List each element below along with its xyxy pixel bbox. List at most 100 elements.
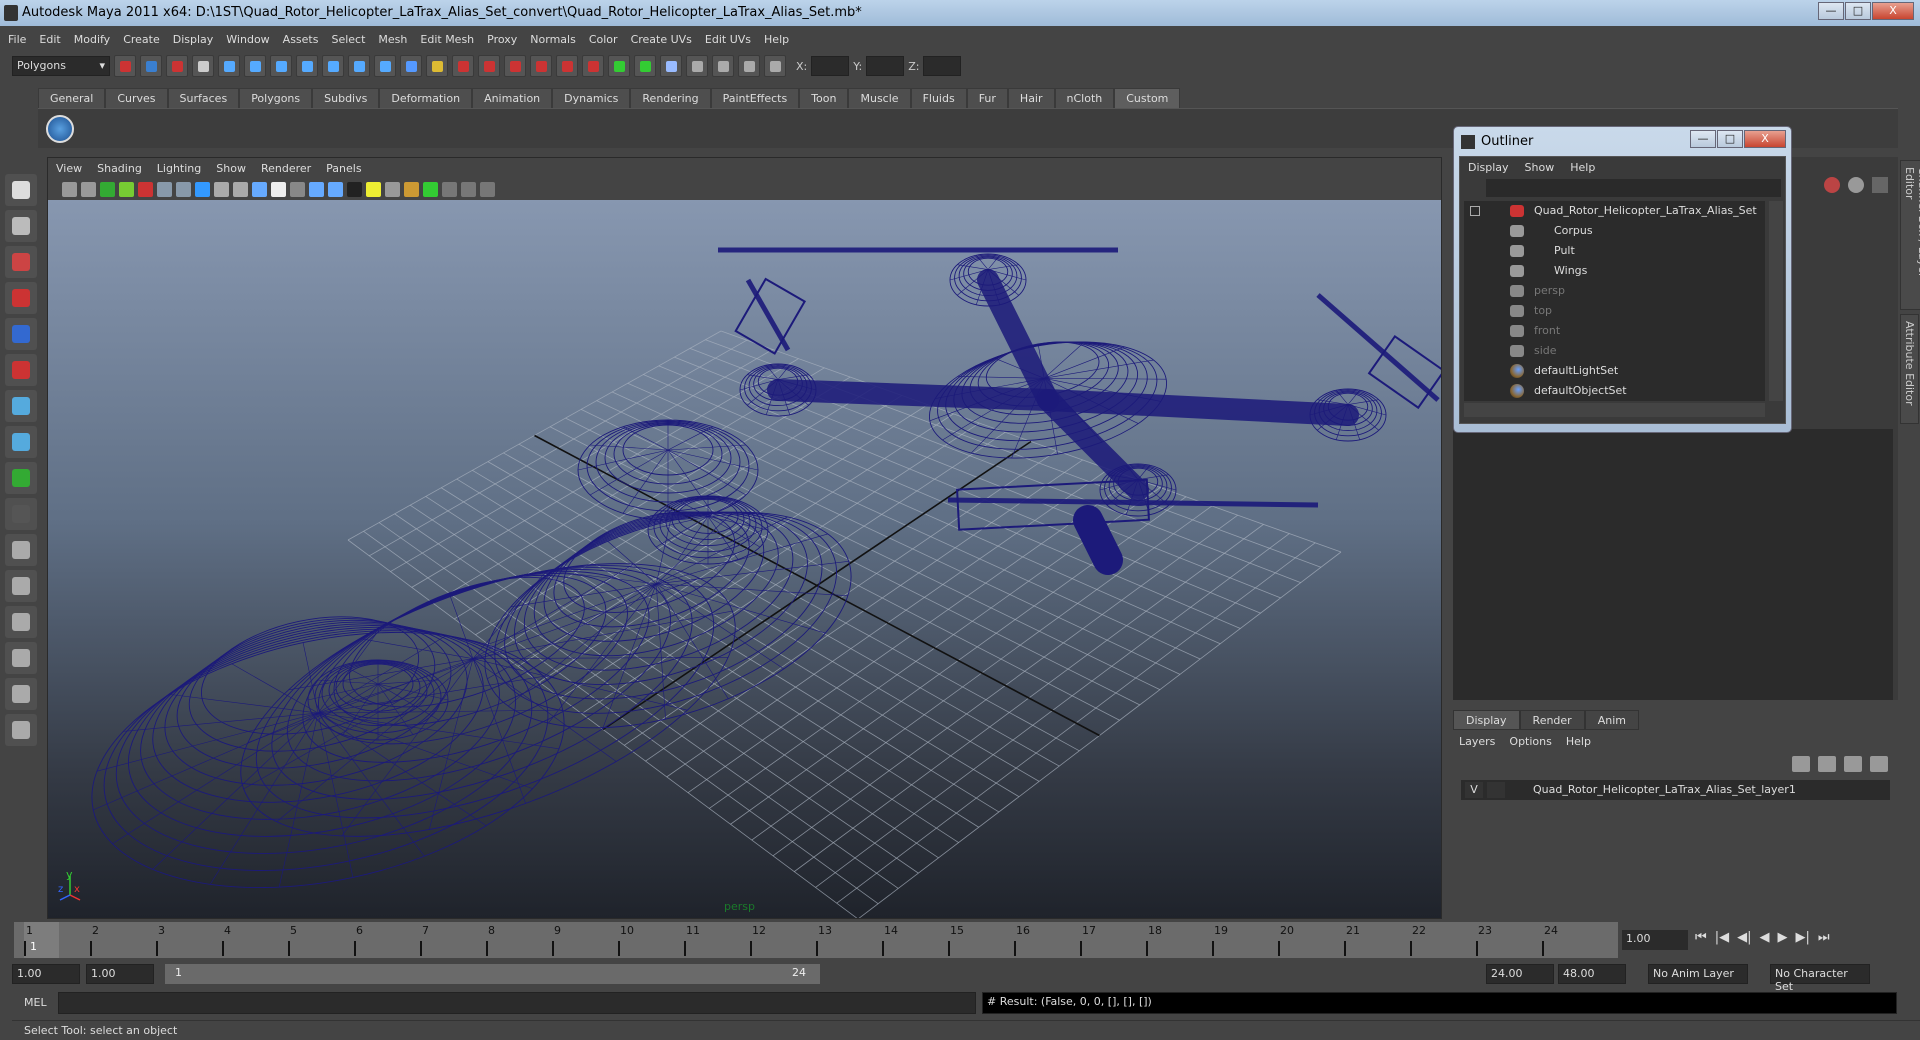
- toolbar-tool-icon[interactable]: [738, 55, 760, 77]
- menu-modify[interactable]: Modify: [74, 33, 110, 46]
- viewport-tool-icon[interactable]: [385, 181, 400, 197]
- tab-deformation[interactable]: Deformation: [379, 88, 473, 108]
- outliner-item-side[interactable]: side: [1464, 341, 1765, 361]
- tab-display[interactable]: Display: [1453, 710, 1520, 730]
- viewport-tool-icon[interactable]: [347, 181, 362, 197]
- tab-hair[interactable]: Hair: [1007, 88, 1055, 108]
- outliner-item-defaultlightset[interactable]: defaultLightSet: [1464, 361, 1765, 381]
- toolbar-tool-icon[interactable]: [296, 55, 318, 77]
- close-button[interactable]: X: [1744, 130, 1786, 148]
- move-layer-down-icon[interactable]: [1818, 756, 1836, 772]
- tool-icon[interactable]: [5, 714, 37, 746]
- scene-view[interactable]: persp y x z: [48, 200, 1441, 918]
- playback-button[interactable]: ⏮: [1695, 930, 1707, 945]
- close-button[interactable]: X: [1872, 2, 1914, 20]
- layer-menu-layers[interactable]: Layers: [1459, 735, 1495, 748]
- toolbar-tool-icon[interactable]: [322, 55, 344, 77]
- toolbar-tool-icon[interactable]: [244, 55, 266, 77]
- tab-ncloth[interactable]: nCloth: [1054, 88, 1115, 108]
- viewport-tool-icon[interactable]: [480, 181, 495, 197]
- time-slider[interactable]: 1 1 2 3 4 5 6 7 8 9 10 11 12 13 14 15 16 17 18 19 20 21 22 23 24: [14, 922, 1618, 958]
- check-icon[interactable]: [46, 115, 74, 143]
- toolbar-tool-icon[interactable]: [140, 55, 162, 77]
- current-time-field[interactable]: 1.00: [1622, 930, 1688, 950]
- tool-icon[interactable]: [5, 498, 37, 530]
- command-language-toggle[interactable]: MEL: [24, 996, 47, 1009]
- viewport-tool-icon[interactable]: [461, 181, 476, 197]
- tab-anim[interactable]: Anim: [1584, 710, 1639, 730]
- toolbar-tool-icon[interactable]: [452, 55, 474, 77]
- tool-icon[interactable]: [5, 642, 37, 674]
- tab-animation[interactable]: Animation: [472, 88, 553, 108]
- contrast-icon[interactable]: [1848, 177, 1864, 193]
- menu-select[interactable]: Select: [331, 33, 365, 46]
- pult-wireframe[interactable]: [64, 572, 588, 918]
- toolbar-tool-icon[interactable]: [608, 55, 630, 77]
- toolbar-tool-icon[interactable]: [504, 55, 526, 77]
- viewport-tool-icon[interactable]: [309, 181, 324, 197]
- tab-rendering[interactable]: Rendering: [630, 88, 711, 108]
- viewport-tool-icon[interactable]: [100, 181, 115, 197]
- layer-menu-help[interactable]: Help: [1566, 735, 1591, 748]
- playback-start-field[interactable]: 1.00: [86, 964, 154, 984]
- y-field[interactable]: [866, 56, 905, 76]
- tab-polygons[interactable]: Polygons: [239, 88, 313, 108]
- z-field[interactable]: [923, 56, 962, 76]
- tab-fluids[interactable]: Fluids: [910, 88, 967, 108]
- outliner-item-corpus[interactable]: Corpus: [1464, 221, 1765, 241]
- viewport-menu-renderer[interactable]: Renderer: [261, 162, 311, 175]
- outliner-item-front[interactable]: front: [1464, 321, 1765, 341]
- toolbar-tool-icon[interactable]: [192, 55, 214, 77]
- menu-mesh[interactable]: Mesh: [378, 33, 407, 46]
- tool-icon[interactable]: [5, 426, 37, 458]
- viewport-tool-icon[interactable]: [423, 181, 438, 197]
- outliner-item-persp[interactable]: persp: [1464, 281, 1765, 301]
- viewport-tool-icon[interactable]: [157, 181, 172, 197]
- collapse-icon[interactable]: [1470, 206, 1480, 216]
- tab-custom[interactable]: Custom: [1114, 88, 1181, 108]
- menu-edit[interactable]: Edit: [39, 33, 60, 46]
- viewport-menu-view[interactable]: View: [56, 162, 82, 175]
- toolbar-tool-icon[interactable]: [218, 55, 240, 77]
- outliner-item-pult[interactable]: Pult: [1464, 241, 1765, 261]
- tab-toon[interactable]: Toon: [799, 88, 849, 108]
- tab-muscle[interactable]: Muscle: [848, 88, 911, 108]
- tab-curves[interactable]: Curves: [105, 88, 168, 108]
- outliner-menu-show[interactable]: Show: [1525, 161, 1555, 174]
- maximize-button[interactable]: □: [1845, 2, 1871, 20]
- viewport-tool-icon[interactable]: [366, 181, 381, 197]
- toolbar-tool-icon[interactable]: [374, 55, 396, 77]
- tab-render[interactable]: Render: [1519, 710, 1585, 730]
- toolbar-tool-icon[interactable]: [686, 55, 708, 77]
- playback-button[interactable]: ▶|: [1795, 930, 1809, 945]
- playback-button[interactable]: |◀: [1715, 930, 1729, 945]
- viewport-tool-icon[interactable]: [233, 181, 248, 197]
- viewport-tool-icon[interactable]: [290, 181, 305, 197]
- tab-painteffects[interactable]: PaintEffects: [710, 88, 800, 108]
- toolbar-tool-icon[interactable]: [270, 55, 292, 77]
- mode-selector[interactable]: Polygons ▾: [12, 56, 110, 76]
- toolbar-tool-icon[interactable]: [764, 55, 786, 77]
- toolbar-tool-icon[interactable]: [426, 55, 448, 77]
- viewport-tool-icon[interactable]: [195, 181, 210, 197]
- playback-button[interactable]: ⏭: [1818, 930, 1830, 945]
- toolbar-tool-icon[interactable]: [166, 55, 188, 77]
- menu-edit-uvs[interactable]: Edit UVs: [705, 33, 751, 46]
- manipulator-icon[interactable]: [1824, 177, 1840, 193]
- toolbar-tool-icon[interactable]: [582, 55, 604, 77]
- tab-surfaces[interactable]: Surfaces: [167, 88, 240, 108]
- minimize-button[interactable]: —: [1818, 2, 1844, 20]
- outliner-menu-help[interactable]: Help: [1570, 161, 1595, 174]
- menu-file[interactable]: File: [8, 33, 26, 46]
- playback-button[interactable]: ◀: [1759, 930, 1769, 945]
- tool-icon[interactable]: [5, 354, 37, 386]
- menu-proxy[interactable]: Proxy: [487, 33, 517, 46]
- tool-icon[interactable]: [5, 282, 37, 314]
- tool-icon[interactable]: [5, 678, 37, 710]
- menu-window[interactable]: Window: [226, 33, 269, 46]
- viewport-menu-show[interactable]: Show: [216, 162, 246, 175]
- outliner-item-defaultobjectset[interactable]: defaultObjectSet: [1464, 381, 1765, 401]
- new-layer-icon[interactable]: [1844, 756, 1862, 772]
- viewport-tool-icon[interactable]: [81, 181, 96, 197]
- tool-icon[interactable]: [5, 246, 37, 278]
